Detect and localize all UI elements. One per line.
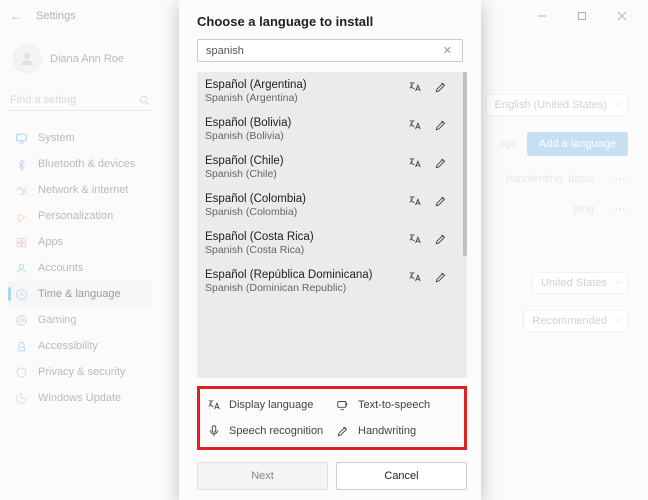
tts-icon bbox=[407, 269, 423, 285]
legend-text-to-speech: Text-to-speech bbox=[335, 397, 458, 413]
language-name-english: Spanish (Colombia) bbox=[205, 206, 401, 218]
language-option[interactable]: Español (Colombia)Spanish (Colombia) bbox=[197, 186, 461, 224]
clear-search-button[interactable]: ✕ bbox=[441, 44, 454, 57]
tts-icon bbox=[407, 193, 423, 209]
language-name: Español (Bolivia) bbox=[205, 117, 401, 129]
language-option[interactable]: Español (Bolivia)Spanish (Bolivia) bbox=[197, 110, 461, 148]
handwriting-icon bbox=[433, 117, 449, 133]
handwriting-icon bbox=[433, 155, 449, 171]
legend-handwriting: Handwriting bbox=[335, 423, 458, 439]
legend-speech-recognition: Speech recognition bbox=[206, 423, 329, 439]
tts-icon bbox=[407, 155, 423, 171]
language-name: Español (Colombia) bbox=[205, 193, 401, 205]
language-option[interactable]: Español (República Dominicana)Spanish (D… bbox=[197, 262, 461, 300]
language-name-english: Spanish (Dominican Republic) bbox=[205, 282, 401, 294]
language-name: Español (Chile) bbox=[205, 155, 401, 167]
tts-icon bbox=[407, 117, 423, 133]
language-name-english: Spanish (Argentina) bbox=[205, 92, 401, 104]
modal-footer: Next Cancel bbox=[179, 456, 481, 500]
language-name: Español (Argentina) bbox=[205, 79, 401, 91]
language-list: Español (Argentina)Spanish (Argentina)Es… bbox=[197, 72, 467, 378]
next-button[interactable]: Next bbox=[197, 462, 328, 490]
language-name-english: Spanish (Costa Rica) bbox=[205, 244, 401, 256]
tts-icon bbox=[407, 79, 423, 95]
handwriting-icon bbox=[433, 231, 449, 247]
handwriting-icon bbox=[335, 423, 351, 439]
language-option[interactable]: Español (Argentina)Spanish (Argentina) bbox=[197, 72, 461, 110]
tts-icon bbox=[407, 231, 423, 247]
language-name-english: Spanish (Chile) bbox=[205, 168, 401, 180]
capabilities-legend: Display language Text-to-speech Speech r… bbox=[197, 386, 467, 450]
speech-icon bbox=[206, 423, 222, 439]
handwriting-icon bbox=[433, 269, 449, 285]
language-install-modal: Choose a language to install ✕ Español (… bbox=[179, 0, 481, 500]
language-search-input[interactable] bbox=[206, 45, 441, 57]
language-name: Español (Costa Rica) bbox=[205, 231, 401, 243]
handwriting-icon bbox=[433, 79, 449, 95]
language-option[interactable]: Español (Costa Rica)Spanish (Costa Rica) bbox=[197, 224, 461, 262]
language-option[interactable]: Español (Chile)Spanish (Chile) bbox=[197, 148, 461, 186]
handwriting-icon bbox=[433, 193, 449, 209]
legend-display-language: Display language bbox=[206, 397, 329, 413]
language-search-box[interactable]: ✕ bbox=[197, 39, 463, 62]
scrollbar[interactable] bbox=[463, 72, 467, 256]
language-name-english: Spanish (Bolivia) bbox=[205, 130, 401, 142]
tts-icon bbox=[335, 397, 351, 413]
language-name: Español (República Dominicana) bbox=[205, 269, 401, 281]
modal-title: Choose a language to install bbox=[179, 0, 481, 39]
display-language-icon bbox=[206, 397, 222, 413]
cancel-button[interactable]: Cancel bbox=[336, 462, 467, 490]
